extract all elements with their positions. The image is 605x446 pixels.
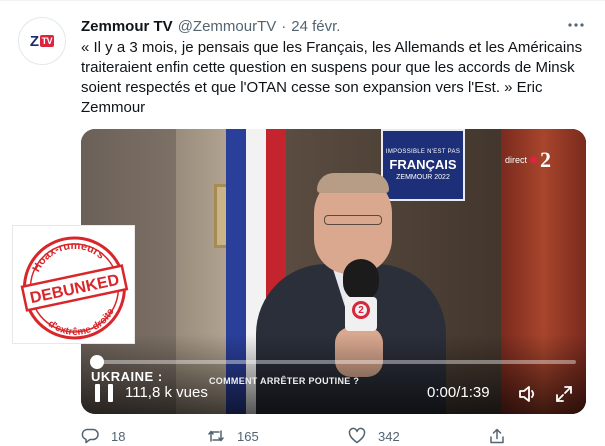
progress-scrubber[interactable] bbox=[90, 355, 104, 369]
video-time: 0:00/1:39 bbox=[427, 384, 490, 401]
avatar-badge: TV bbox=[39, 35, 55, 47]
channel-logo: direct 2 bbox=[505, 149, 551, 171]
display-name[interactable]: Zemmour TV bbox=[81, 18, 173, 35]
campaign-poster: IMPOSSIBLE N'EST PAS FRANÇAIS ZEMMOUR 20… bbox=[381, 129, 465, 201]
progress-bar[interactable] bbox=[96, 360, 576, 364]
speaker-glasses bbox=[324, 215, 382, 225]
channel-dot bbox=[530, 156, 539, 164]
channel-label: direct bbox=[505, 155, 528, 165]
like-button[interactable]: 342 bbox=[348, 427, 400, 445]
heart-icon bbox=[348, 427, 366, 444]
poster-line3: ZEMMOUR 2022 bbox=[396, 174, 450, 181]
tweet-text: « Il y a 3 mois, je pensais que les Fran… bbox=[81, 39, 583, 116]
share-icon bbox=[490, 428, 504, 444]
reply-icon bbox=[81, 428, 99, 444]
tweet-header: Zemmour TV @ZemmourTV · 24 févr. bbox=[81, 16, 340, 36]
user-handle[interactable]: @ZemmourTV bbox=[178, 18, 277, 35]
microphone-logo: 2 bbox=[352, 301, 370, 319]
poster-line2: FRANÇAIS bbox=[389, 157, 457, 172]
reply-button[interactable]: 18 bbox=[81, 427, 125, 445]
speaker-hair bbox=[317, 173, 389, 193]
speaker-icon[interactable] bbox=[517, 383, 539, 405]
like-count: 342 bbox=[378, 428, 400, 444]
debunked-stamp: Hoax-rumeurs DEBUNKED d'extrême-droite bbox=[12, 225, 135, 345]
tweet-actions: 18 165 342 bbox=[81, 425, 591, 446]
avatar-logo: Z TV bbox=[29, 32, 55, 50]
pause-icon[interactable] bbox=[95, 384, 113, 404]
view-count: 111,8 k vues bbox=[125, 384, 208, 401]
video-controls: 111,8 k vues 0:00/1:39 bbox=[81, 379, 586, 409]
retweet-button[interactable]: 165 bbox=[207, 427, 259, 445]
microphone bbox=[343, 259, 379, 301]
fullscreen-icon[interactable] bbox=[553, 383, 575, 405]
header-separator: · bbox=[281, 17, 287, 35]
debunked-stamp-graphic: Hoax-rumeurs DEBUNKED d'extrême-droite bbox=[20, 233, 129, 345]
tweet-date[interactable]: 24 févr. bbox=[291, 18, 340, 35]
tweet-card[interactable]: Z TV Zemmour TV @ZemmourTV · 24 févr. « … bbox=[0, 0, 605, 446]
avatar[interactable]: Z TV bbox=[18, 17, 66, 65]
video-player[interactable]: IMPOSSIBLE N'EST PAS FRANÇAIS ZEMMOUR 20… bbox=[81, 129, 586, 414]
time-total: 1:39 bbox=[460, 384, 490, 401]
poster-line1: IMPOSSIBLE N'EST PAS bbox=[385, 149, 461, 155]
retweet-count: 165 bbox=[237, 428, 259, 444]
share-button[interactable] bbox=[488, 427, 506, 445]
avatar-letter: Z bbox=[29, 32, 39, 50]
retweet-icon bbox=[208, 430, 224, 442]
time-current: 0:00 bbox=[427, 384, 457, 401]
channel-number: 2 bbox=[540, 147, 552, 172]
more-dots-icon[interactable] bbox=[566, 15, 586, 35]
reply-count: 18 bbox=[111, 428, 126, 444]
